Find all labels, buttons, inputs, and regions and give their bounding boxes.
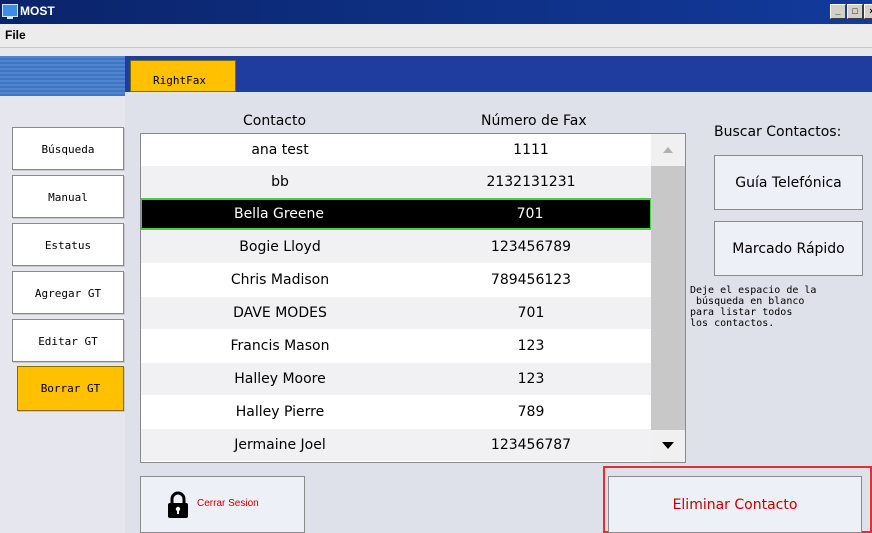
close-button[interactable]: × (864, 4, 872, 19)
phonebook-button[interactable]: Guía Telefónica (714, 155, 863, 210)
nav-manual-button[interactable]: Manual (12, 175, 124, 218)
tab-rightfax[interactable]: RightFax (130, 60, 236, 92)
delete-contact-button[interactable]: Eliminar Contacto (608, 476, 862, 533)
nav-borrar-gt-button[interactable]: Borrar GT (17, 366, 124, 411)
search-hint-text: Deje el espacio de la búsqueda en blanco… (690, 285, 817, 329)
contact-name: Chris Madison (230, 272, 330, 288)
maximize-button[interactable]: □ (847, 4, 863, 19)
contact-list[interactable]: ana test 1111 bb 2132131231 Bella Greene 70… (140, 133, 686, 463)
list-item[interactable]: Jermaine Joel 123456787 (141, 429, 651, 461)
contact-name: bb (271, 174, 289, 190)
contact-name: Francis Mason (230, 338, 330, 354)
search-contacts-label: Buscar Contactos: (714, 124, 842, 140)
fax-number: 789 (517, 404, 545, 420)
window-title: MOST (20, 4, 55, 18)
logout-button[interactable]: Cerrar Sesion (140, 476, 305, 533)
list-scrollbar[interactable] (651, 134, 685, 462)
list-item[interactable]: bb 2132131231 (141, 166, 651, 198)
contact-name: Jermaine Joel (234, 437, 326, 453)
contact-name: Halley Pierre (235, 404, 325, 420)
nav-editar-gt-button[interactable]: Editar GT (12, 319, 124, 362)
speed-dial-button[interactable]: Marcado Rápido (714, 221, 863, 276)
title-bar: MOST _ □ × (0, 0, 872, 24)
minimize-button[interactable]: _ (830, 4, 846, 19)
contact-name: Halley Moore (234, 371, 326, 387)
list-item[interactable]: Francis Mason 123 (141, 330, 651, 362)
fax-number: 123 (517, 338, 545, 354)
list-item[interactable]: ana test 1111 (141, 134, 651, 166)
contact-name: DAVE MODES (233, 305, 327, 321)
fax-number: 123456787 (490, 437, 572, 453)
contact-name: Bella Greene (233, 206, 325, 222)
app-icon (2, 4, 18, 19)
logout-label: Cerrar Sesion (197, 498, 259, 509)
menu-file[interactable]: File (5, 28, 26, 42)
fax-number: 1111 (513, 142, 549, 158)
nav-estatus-button[interactable]: Estatus (12, 223, 124, 266)
fax-number: 701 (517, 305, 545, 321)
fax-number: 123 (517, 371, 545, 387)
column-header-fax: Número de Fax (481, 113, 587, 129)
list-item[interactable]: Halley Pierre 789 (141, 396, 651, 428)
list-item[interactable]: Chris Madison 789456123 (141, 264, 651, 296)
left-header-strip (0, 56, 125, 96)
fax-number: 789456123 (490, 272, 572, 288)
nav-agregar-gt-button[interactable]: Agregar GT (12, 271, 124, 314)
fax-number: 123456789 (490, 239, 572, 255)
fax-number: 701 (516, 206, 544, 222)
list-item[interactable]: DAVE MODES 701 (141, 297, 651, 329)
scroll-down-icon[interactable] (651, 430, 685, 462)
scroll-up-icon[interactable] (651, 134, 685, 166)
list-item[interactable]: Halley Moore 123 (141, 363, 651, 395)
tab-bar (125, 56, 872, 92)
list-item-selected[interactable]: Bella Greene 701 (141, 198, 652, 230)
lock-icon (168, 491, 188, 518)
nav-busqueda-button[interactable]: Búsqueda (12, 127, 124, 170)
column-header-contact: Contacto (243, 113, 307, 129)
list-item[interactable]: Bogie Lloyd 123456789 (141, 231, 651, 263)
menu-bar: File (0, 24, 872, 48)
fax-number: 2132131231 (486, 174, 576, 190)
contact-name: ana test (251, 142, 309, 158)
contact-name: Bogie Lloyd (239, 239, 321, 255)
